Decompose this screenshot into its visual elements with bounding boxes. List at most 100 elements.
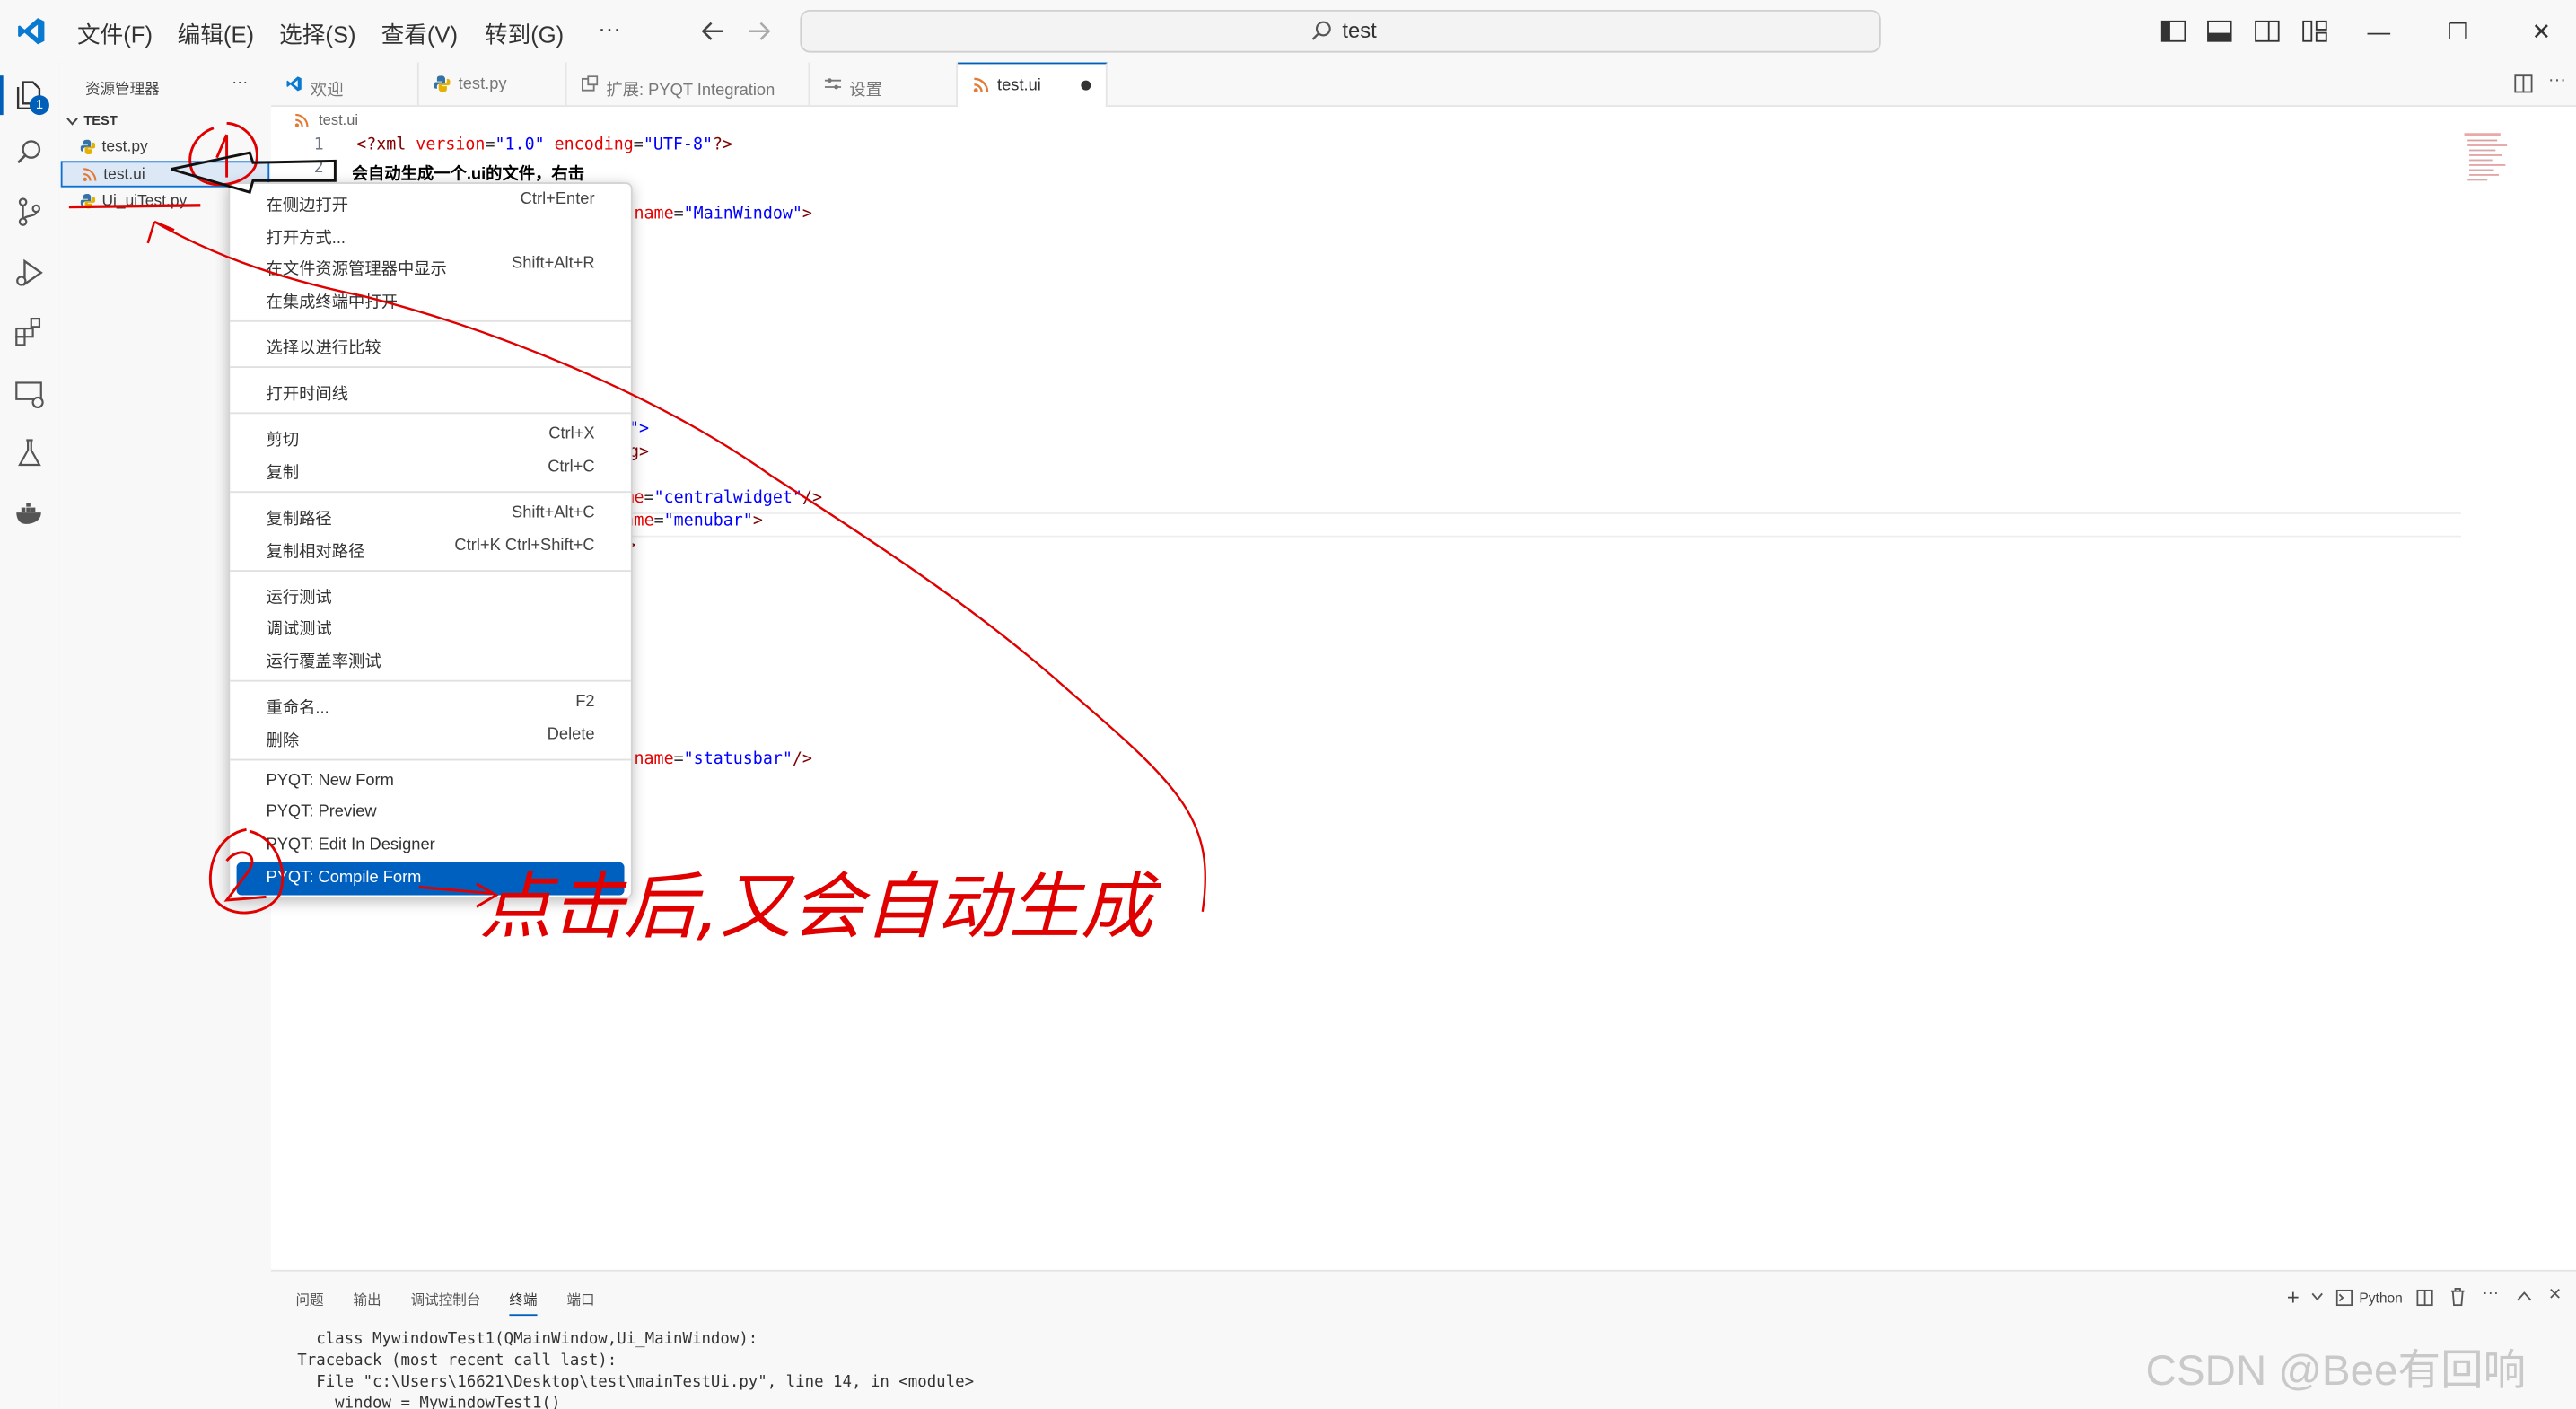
menu-file[interactable]: 文件(F) xyxy=(77,18,153,51)
rss-file-icon xyxy=(83,168,97,182)
menu-selection[interactable]: 选择(S) xyxy=(279,18,355,51)
menu-more-button[interactable]: ··· xyxy=(598,14,621,40)
file-test-py[interactable]: test.py xyxy=(59,135,271,161)
toggle-secondary-sidebar-icon[interactable] xyxy=(2254,18,2280,44)
minimap[interactable] xyxy=(2464,133,2514,190)
menu-pyqt-preview[interactable]: PYQT: Preview xyxy=(237,797,625,830)
active-indicator xyxy=(0,75,4,116)
watermark: CSDN @Bee有回响 xyxy=(2145,1345,2527,1395)
panel-more-button[interactable]: ··· xyxy=(2483,1284,2499,1302)
menu-rename[interactable]: 重命名... F2 xyxy=(237,687,625,720)
menu-delete[interactable]: 删除 Delete xyxy=(237,720,625,753)
terminal-line: File "c:\Users\16621\Desktop\test\mainTe… xyxy=(297,1373,975,1392)
python-file-icon xyxy=(80,139,96,155)
menu-separator xyxy=(230,319,631,322)
menu-separator xyxy=(230,491,631,494)
menu-open-with[interactable]: 打开方式... xyxy=(237,217,625,250)
terminal-shell-name[interactable]: Python xyxy=(2359,1290,2402,1306)
menu-reveal-in-explorer[interactable]: 在文件资源管理器中显示 Shift+Alt+R xyxy=(237,248,625,281)
editor-more-button[interactable]: ··· xyxy=(2548,71,2566,91)
testing-flask-icon[interactable] xyxy=(13,437,47,470)
folder-test[interactable]: TEST xyxy=(59,109,271,135)
arrow-left-icon[interactable] xyxy=(701,20,725,43)
line-number: 2 xyxy=(313,159,324,178)
menu-select-for-compare[interactable]: 选择以进行比较 xyxy=(237,327,625,360)
new-terminal-plus-icon[interactable]: + xyxy=(2287,1284,2300,1308)
minimize-button[interactable]: — xyxy=(2368,18,2391,44)
file-label: test.py xyxy=(101,137,148,156)
menu-copy[interactable]: 复制 Ctrl+C xyxy=(237,451,625,485)
menu-go[interactable]: 转到(G) xyxy=(485,18,564,51)
restore-button[interactable]: ❐ xyxy=(2448,18,2468,46)
menu-copy-relative-path[interactable]: 复制相对路径 Ctrl+K Ctrl+Shift+C xyxy=(237,530,625,564)
terminal-line: class MywindowTest1(QMainWindow,Ui_MainW… xyxy=(297,1330,758,1349)
remote-explorer-icon[interactable] xyxy=(13,378,47,411)
close-button[interactable]: ✕ xyxy=(2532,18,2551,46)
customize-layout-icon[interactable] xyxy=(2301,18,2327,44)
tab-test-py[interactable]: test.py xyxy=(419,62,567,106)
split-editor-icon[interactable] xyxy=(2513,74,2533,93)
maximize-panel-chevron-icon[interactable] xyxy=(2517,1291,2532,1301)
panel-tab-terminal[interactable]: 终端 xyxy=(509,1290,538,1317)
tab-extension-pyqt[interactable]: 扩展: PYQT Integration xyxy=(566,62,810,106)
unsaved-dot-icon[interactable] xyxy=(1081,80,1091,91)
tab-settings[interactable]: 设置 xyxy=(810,62,959,106)
tab-label: 欢迎 xyxy=(310,82,344,101)
search-icon xyxy=(1311,21,1331,40)
panel-tab-ports[interactable]: 端口 xyxy=(566,1290,594,1309)
code-fragment-mainwindow: name="MainWindow"> xyxy=(634,205,812,223)
arrow-right-icon[interactable] xyxy=(748,20,771,43)
panel-tab-debug-console[interactable]: 调试控制台 xyxy=(411,1290,481,1309)
menu-open-in-terminal[interactable]: 在集成终端中打开 xyxy=(237,281,625,314)
menu-view[interactable]: 查看(V) xyxy=(381,18,458,51)
panel-tab-output[interactable]: 输出 xyxy=(354,1290,381,1309)
terminal-line: window = MywindowTest1() xyxy=(297,1394,561,1409)
menu-edit[interactable]: 编辑(E) xyxy=(178,18,254,51)
activity-bar: 1 xyxy=(0,62,61,1409)
menu-separator xyxy=(230,679,631,682)
vscode-logo-icon xyxy=(18,18,45,45)
tab-welcome[interactable]: 欢迎 xyxy=(271,62,419,106)
code-fragment-menubar: ame="menubar"> xyxy=(624,512,763,531)
rss-file-icon xyxy=(294,113,309,127)
vscode-logo-icon xyxy=(286,76,302,92)
code-line-1: <?xml version="1.0" encoding="UTF-8"?> xyxy=(356,136,733,155)
tab-label: 扩展: PYQT Integration xyxy=(606,82,775,101)
tab-test-ui-active[interactable]: test.ui xyxy=(958,62,1108,107)
search-text: test xyxy=(1342,18,1377,43)
close-panel-icon[interactable]: ✕ xyxy=(2548,1286,2562,1304)
search-view-icon[interactable] xyxy=(13,136,47,170)
title-bar: 文件(F) 编辑(E) 选择(S) 查看(V) 转到(G) ··· test —… xyxy=(0,0,2576,65)
code-fragment-centralwidget: me="centralwidget"/> xyxy=(624,489,822,508)
command-center-search[interactable]: test xyxy=(800,9,1881,53)
menu-run-coverage[interactable]: 运行覆盖率测试 xyxy=(237,641,625,674)
source-control-icon[interactable] xyxy=(13,196,47,229)
annotation-label: 会自动生成一个.ui的文件，右击 xyxy=(351,159,585,184)
tab-label: test.py xyxy=(458,75,507,94)
panel-tab-problems[interactable]: 问题 xyxy=(295,1290,323,1309)
menu-pyqt-new-form[interactable]: PYQT: New Form xyxy=(237,766,625,799)
explorer-badge: 1 xyxy=(29,95,49,116)
menu-copy-path[interactable]: 复制路径 Shift+Alt+C xyxy=(237,498,625,531)
extensions-icon[interactable] xyxy=(13,315,47,348)
toggle-panel-icon[interactable] xyxy=(2206,18,2232,44)
split-terminal-icon[interactable] xyxy=(2416,1289,2433,1307)
menu-cut[interactable]: 剪切 Ctrl+X xyxy=(237,419,625,452)
menu-debug-tests[interactable]: 调试测试 xyxy=(237,608,625,641)
sidebar-more-button[interactable]: ··· xyxy=(232,74,248,92)
menu-run-tests[interactable]: 运行测试 xyxy=(237,576,625,609)
breadcrumb[interactable]: test.ui xyxy=(319,111,358,127)
menu-pyqt-edit-in-designer[interactable]: PYQT: Edit In Designer xyxy=(237,829,625,862)
menu-open-timeline[interactable]: 打开时间线 xyxy=(237,372,625,406)
trash-icon[interactable] xyxy=(2449,1287,2466,1307)
menu-open-to-side[interactable]: 在侧边打开 Ctrl+Enter xyxy=(237,184,625,217)
menu-pyqt-compile-form[interactable]: PYQT: Compile Form xyxy=(236,862,625,896)
run-debug-icon[interactable] xyxy=(13,257,47,290)
settings-sliders-icon xyxy=(824,78,842,90)
menu-separator xyxy=(230,570,631,572)
code-fragment-statusbar: name="statusbar"/> xyxy=(634,750,812,769)
docker-icon[interactable] xyxy=(13,496,47,529)
editor-tab-bar: 欢迎 test.py 扩展: PYQT Integration 设置 test.… xyxy=(271,62,2576,107)
chevron-down-icon[interactable] xyxy=(2311,1292,2323,1301)
toggle-primary-sidebar-icon[interactable] xyxy=(2160,18,2186,44)
